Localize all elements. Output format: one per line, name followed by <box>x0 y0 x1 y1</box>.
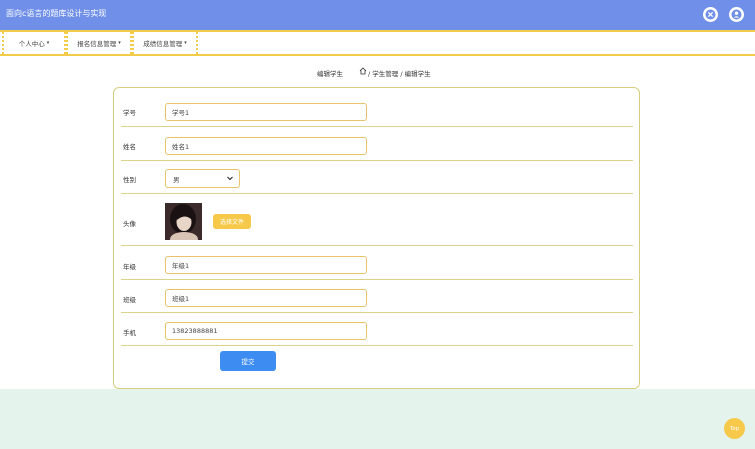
divider <box>121 345 633 346</box>
gender-selected-value: 男 <box>173 175 180 184</box>
user-icon[interactable] <box>729 7 744 22</box>
student-no-label: 学号 <box>123 109 136 117</box>
app-header: 面向c语言的题库设计与实现 <box>0 0 755 30</box>
nav-item-label: 个人中心 <box>18 40 45 48</box>
name-label: 姓名 <box>123 143 136 151</box>
submit-button[interactable]: 提交 <box>220 351 276 371</box>
divider <box>121 126 633 127</box>
nav-bar: 个人中心 ▾ 报名信息管理 ▾ 成绩信息管理 ▾ <box>0 30 755 56</box>
nav-item-label: 报名信息管理 <box>77 40 117 48</box>
chevron-down-icon <box>226 174 234 184</box>
app-title: 面向c语言的题库设计与实现 <box>6 9 107 18</box>
divider <box>121 160 633 161</box>
choose-file-button[interactable]: 选择文件 <box>213 214 251 229</box>
grade-label: 年级 <box>123 263 136 271</box>
grade-input[interactable]: 年级1 <box>165 256 367 274</box>
class-label: 班级 <box>123 296 136 304</box>
close-icon[interactable] <box>703 7 718 22</box>
avatar-label: 头像 <box>123 220 136 228</box>
breadcrumb-path: / 学生管理 / 编辑学生 <box>368 70 431 78</box>
page-title: 编辑学生 <box>317 70 343 78</box>
gender-label: 性别 <box>123 176 136 184</box>
page-footer <box>0 389 755 449</box>
nav-item-personal-center[interactable]: 个人中心 ▾ <box>2 32 66 54</box>
divider <box>121 279 633 280</box>
chevron-down-icon: ▾ <box>46 40 50 46</box>
divider <box>121 245 633 246</box>
divider <box>121 193 633 194</box>
back-to-top-button[interactable]: Top <box>724 418 745 439</box>
nav-item-label: 成绩信息管理 <box>143 40 183 48</box>
breadcrumb: 编辑学生 / 学生管理 / 编辑学生 <box>0 67 755 78</box>
student-no-input[interactable]: 学号1 <box>165 103 367 121</box>
nav-item-score-management[interactable]: 成绩信息管理 ▾ <box>132 32 198 54</box>
nav-item-registration-management[interactable]: 报名信息管理 ▾ <box>66 32 132 54</box>
gender-select[interactable]: 男 <box>165 169 240 188</box>
phone-label: 手机 <box>123 329 136 337</box>
class-input[interactable]: 班级1 <box>165 289 367 307</box>
chevron-down-icon: ▾ <box>118 40 121 46</box>
avatar-image <box>165 203 202 240</box>
divider <box>121 312 633 313</box>
phone-input[interactable]: 13823888881 <box>165 322 367 340</box>
chevron-down-icon: ▾ <box>184 40 187 46</box>
home-icon[interactable] <box>359 67 367 77</box>
name-input[interactable]: 姓名1 <box>165 137 367 155</box>
